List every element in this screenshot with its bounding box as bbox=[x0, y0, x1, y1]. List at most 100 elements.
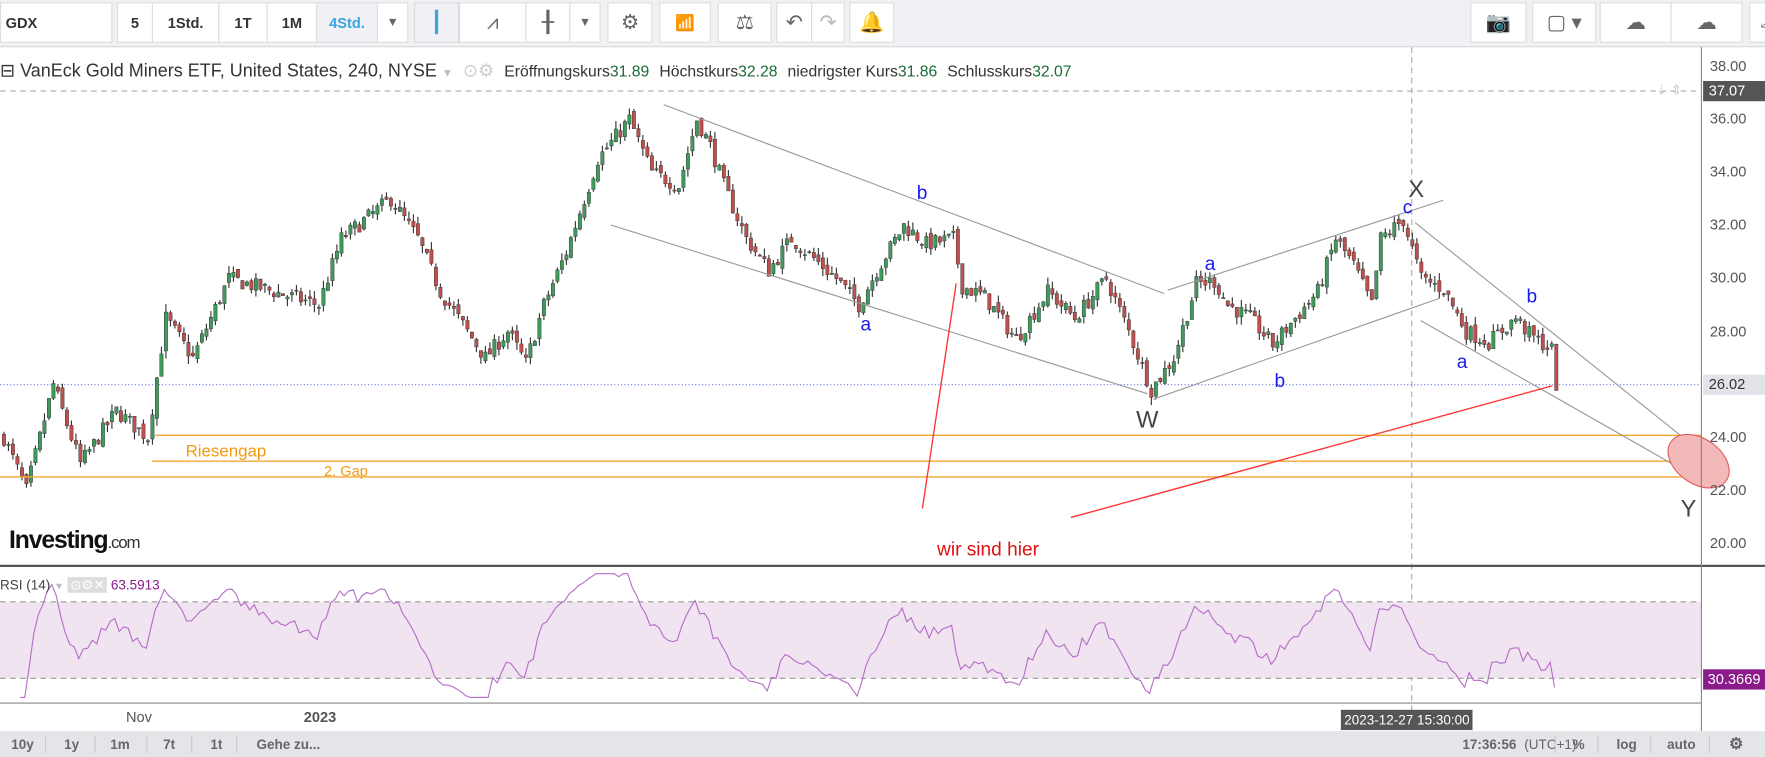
candle bbox=[1396, 218, 1401, 225]
candle bbox=[910, 229, 915, 236]
symbol-input[interactable]: GDX bbox=[0, 2, 113, 43]
candle bbox=[83, 450, 87, 463]
range-1t[interactable]: 1t bbox=[210, 737, 222, 753]
candle bbox=[150, 414, 155, 440]
auto-toggle[interactable]: auto bbox=[1667, 737, 1696, 753]
candle bbox=[1491, 330, 1496, 349]
candle bbox=[469, 331, 474, 339]
candle bbox=[1527, 326, 1532, 338]
candle bbox=[1099, 278, 1104, 282]
candle bbox=[420, 237, 425, 246]
candle bbox=[137, 427, 141, 430]
gear-icon[interactable]: ⚙ bbox=[607, 2, 653, 43]
candle bbox=[1270, 332, 1275, 348]
candle bbox=[1090, 295, 1095, 310]
candle bbox=[1522, 320, 1527, 335]
candle bbox=[1369, 289, 1374, 300]
range-1m[interactable]: 1m bbox=[110, 737, 130, 753]
range-1y[interactable]: 1y bbox=[64, 737, 79, 753]
area-chart-icon[interactable]: ⩘ bbox=[458, 2, 527, 43]
candle bbox=[1045, 284, 1050, 306]
candle bbox=[1113, 292, 1118, 298]
candle bbox=[501, 340, 506, 347]
redo-icon[interactable]: ↷ bbox=[811, 2, 845, 43]
goto-date[interactable]: Gehe zu... bbox=[256, 737, 320, 753]
timezone[interactable]: (UTC+1) bbox=[1524, 737, 1576, 753]
wave-label: Y bbox=[1681, 496, 1697, 522]
percent-toggle[interactable]: % bbox=[1573, 737, 1585, 753]
candle bbox=[312, 298, 317, 305]
candle bbox=[258, 278, 263, 290]
candle bbox=[1531, 325, 1536, 336]
candle bbox=[456, 304, 461, 315]
settings-gear-icon[interactable]: ⚙ bbox=[1729, 735, 1743, 754]
candle bbox=[888, 241, 893, 259]
candle bbox=[1005, 314, 1010, 335]
fullscreen-icon[interactable]: ⤢ bbox=[1749, 2, 1765, 43]
cloud-upload-icon[interactable]: ☁ bbox=[1670, 2, 1743, 43]
candle bbox=[1324, 257, 1329, 288]
interval-dropdown[interactable]: ▼ bbox=[376, 2, 409, 43]
candle bbox=[816, 254, 821, 262]
scale-icon[interactable]: ⚖ bbox=[717, 2, 772, 43]
candle bbox=[627, 114, 632, 125]
indicators-icon[interactable]: 📶 bbox=[659, 2, 711, 43]
interval-5[interactable]: 5 bbox=[116, 2, 153, 43]
candle bbox=[1365, 275, 1370, 292]
y-tick-label: 30.00 bbox=[1709, 269, 1747, 287]
candle bbox=[1482, 340, 1487, 345]
candle bbox=[807, 251, 812, 254]
log-toggle[interactable]: log bbox=[1616, 737, 1636, 753]
candle bbox=[411, 220, 416, 228]
candle bbox=[955, 228, 960, 265]
candle bbox=[1419, 261, 1424, 273]
candle bbox=[1329, 249, 1334, 255]
candle bbox=[267, 286, 272, 291]
wave-label: a bbox=[861, 315, 872, 336]
candle bbox=[343, 234, 348, 237]
candle bbox=[51, 383, 56, 399]
candle bbox=[155, 377, 159, 419]
candle bbox=[325, 282, 330, 291]
candle bbox=[1261, 332, 1266, 337]
candle bbox=[1000, 309, 1005, 315]
candle bbox=[1374, 270, 1379, 299]
alert-bell-icon[interactable]: 🔔 bbox=[849, 2, 895, 43]
rsi-settings-icon[interactable]: ⊙⚙✕ bbox=[67, 577, 108, 593]
candle bbox=[474, 339, 479, 348]
candle bbox=[771, 263, 776, 275]
candle bbox=[1167, 365, 1172, 369]
camera-icon[interactable]: 📷 bbox=[1470, 2, 1527, 43]
settings-icons[interactable]: ⊙⚙ bbox=[463, 62, 494, 81]
range-10y[interactable]: 10y bbox=[11, 737, 34, 753]
candle bbox=[762, 256, 767, 259]
candle bbox=[1486, 343, 1491, 350]
candle bbox=[123, 414, 128, 422]
wave-label: a bbox=[1205, 254, 1216, 275]
candle bbox=[595, 164, 600, 182]
undo-icon[interactable]: ↶ bbox=[776, 2, 813, 43]
candle bbox=[1504, 331, 1509, 335]
scale-arrows-icon[interactable]: ⇣ ⇕ bbox=[1656, 82, 1682, 98]
interval-1m[interactable]: 1M bbox=[266, 2, 318, 43]
cloud-download-icon[interactable]: ☁ bbox=[1599, 2, 1672, 43]
interval-1d[interactable]: 1T bbox=[218, 2, 268, 43]
candle bbox=[254, 278, 258, 291]
candle bbox=[110, 411, 114, 422]
x-tick-label: 2023 bbox=[304, 710, 337, 726]
range-7t[interactable]: 7t bbox=[163, 737, 175, 753]
candle bbox=[195, 345, 200, 359]
candles-icon[interactable]: ┃ bbox=[413, 2, 459, 43]
candle bbox=[973, 288, 978, 296]
chart-type-dropdown[interactable]: ▼ bbox=[569, 2, 601, 43]
interval-4h[interactable]: 4Std. bbox=[316, 2, 378, 43]
candle bbox=[748, 237, 753, 251]
candle bbox=[177, 324, 182, 333]
candle bbox=[1041, 301, 1046, 307]
candle bbox=[105, 421, 110, 426]
rsi-legend: RSI (14) ▼ ⊙⚙✕ 63.5913 bbox=[0, 577, 160, 593]
bars-icon[interactable]: ╂ bbox=[525, 2, 571, 43]
interval-1h[interactable]: 1Std. bbox=[151, 2, 220, 43]
color-picker[interactable]: ▢ ▾ bbox=[1532, 2, 1597, 43]
collapse-icon[interactable]: ⊟ bbox=[0, 62, 15, 81]
